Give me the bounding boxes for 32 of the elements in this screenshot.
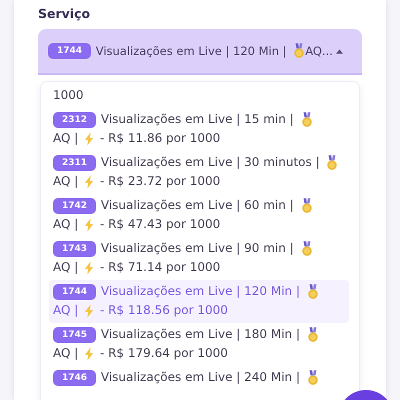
medal-icon [306,326,319,342]
medal-icon [326,154,338,170]
service-id-badge: 1744 [48,43,92,59]
field-label: Serviço [38,5,92,23]
service-option[interactable]: 1742 Visualizações em Live | 60 min | AQ | - R$ 47.43 por 1000 [49,194,349,237]
service-option[interactable]: 2311 Visualizações em Live | 30 minutos | AQ | - R$ 23.72 por 1000 [49,151,349,194]
medal-icon [300,198,313,214]
service-id-badge: 2312 [53,112,96,128]
service-id-badge: 1742 [53,198,96,214]
lightning-icon [84,260,94,274]
service-option[interactable]: 2312 Visualizações em Live | 15 min | AQ | - R$ 11.86 por 1000 [49,108,349,151]
medal-icon [300,240,313,256]
service-id-badge: 2311 [53,154,96,170]
service-id-badge: 1744 [53,284,96,300]
service-option[interactable]: 1745 Visualizações em Live | 180 Min | AQ | - R$ 179.64 por 1000 [49,323,349,366]
service-id-badge: 1746 [53,370,96,386]
lightning-icon [84,346,94,360]
medal-icon [293,43,306,59]
medal-icon [306,284,319,300]
lightning-icon [84,304,94,318]
medal-icon [300,112,313,128]
lightning-icon [84,132,94,146]
service-option[interactable]: 1743 Visualizações em Live | 90 min | AQ | - R$ 71.14 por 1000 [49,237,349,280]
option-text: 1000 [53,87,85,104]
service-id-badge: 1745 [53,326,96,342]
lightning-icon [84,218,94,232]
service-select[interactable]: 1744 Visualizações em Live | 120 Min | AQ... [38,29,362,75]
service-option[interactable]: 1744 Visualizações em Live | 120 Min | AQ | - R$ 118.56 por 1000 [49,280,349,323]
service-id-badge: 1743 [53,240,96,256]
service-option[interactable]: 1746 Visualizações em Live | 240 Min | [49,366,349,390]
medal-icon [306,370,319,386]
lightning-icon [84,174,94,188]
